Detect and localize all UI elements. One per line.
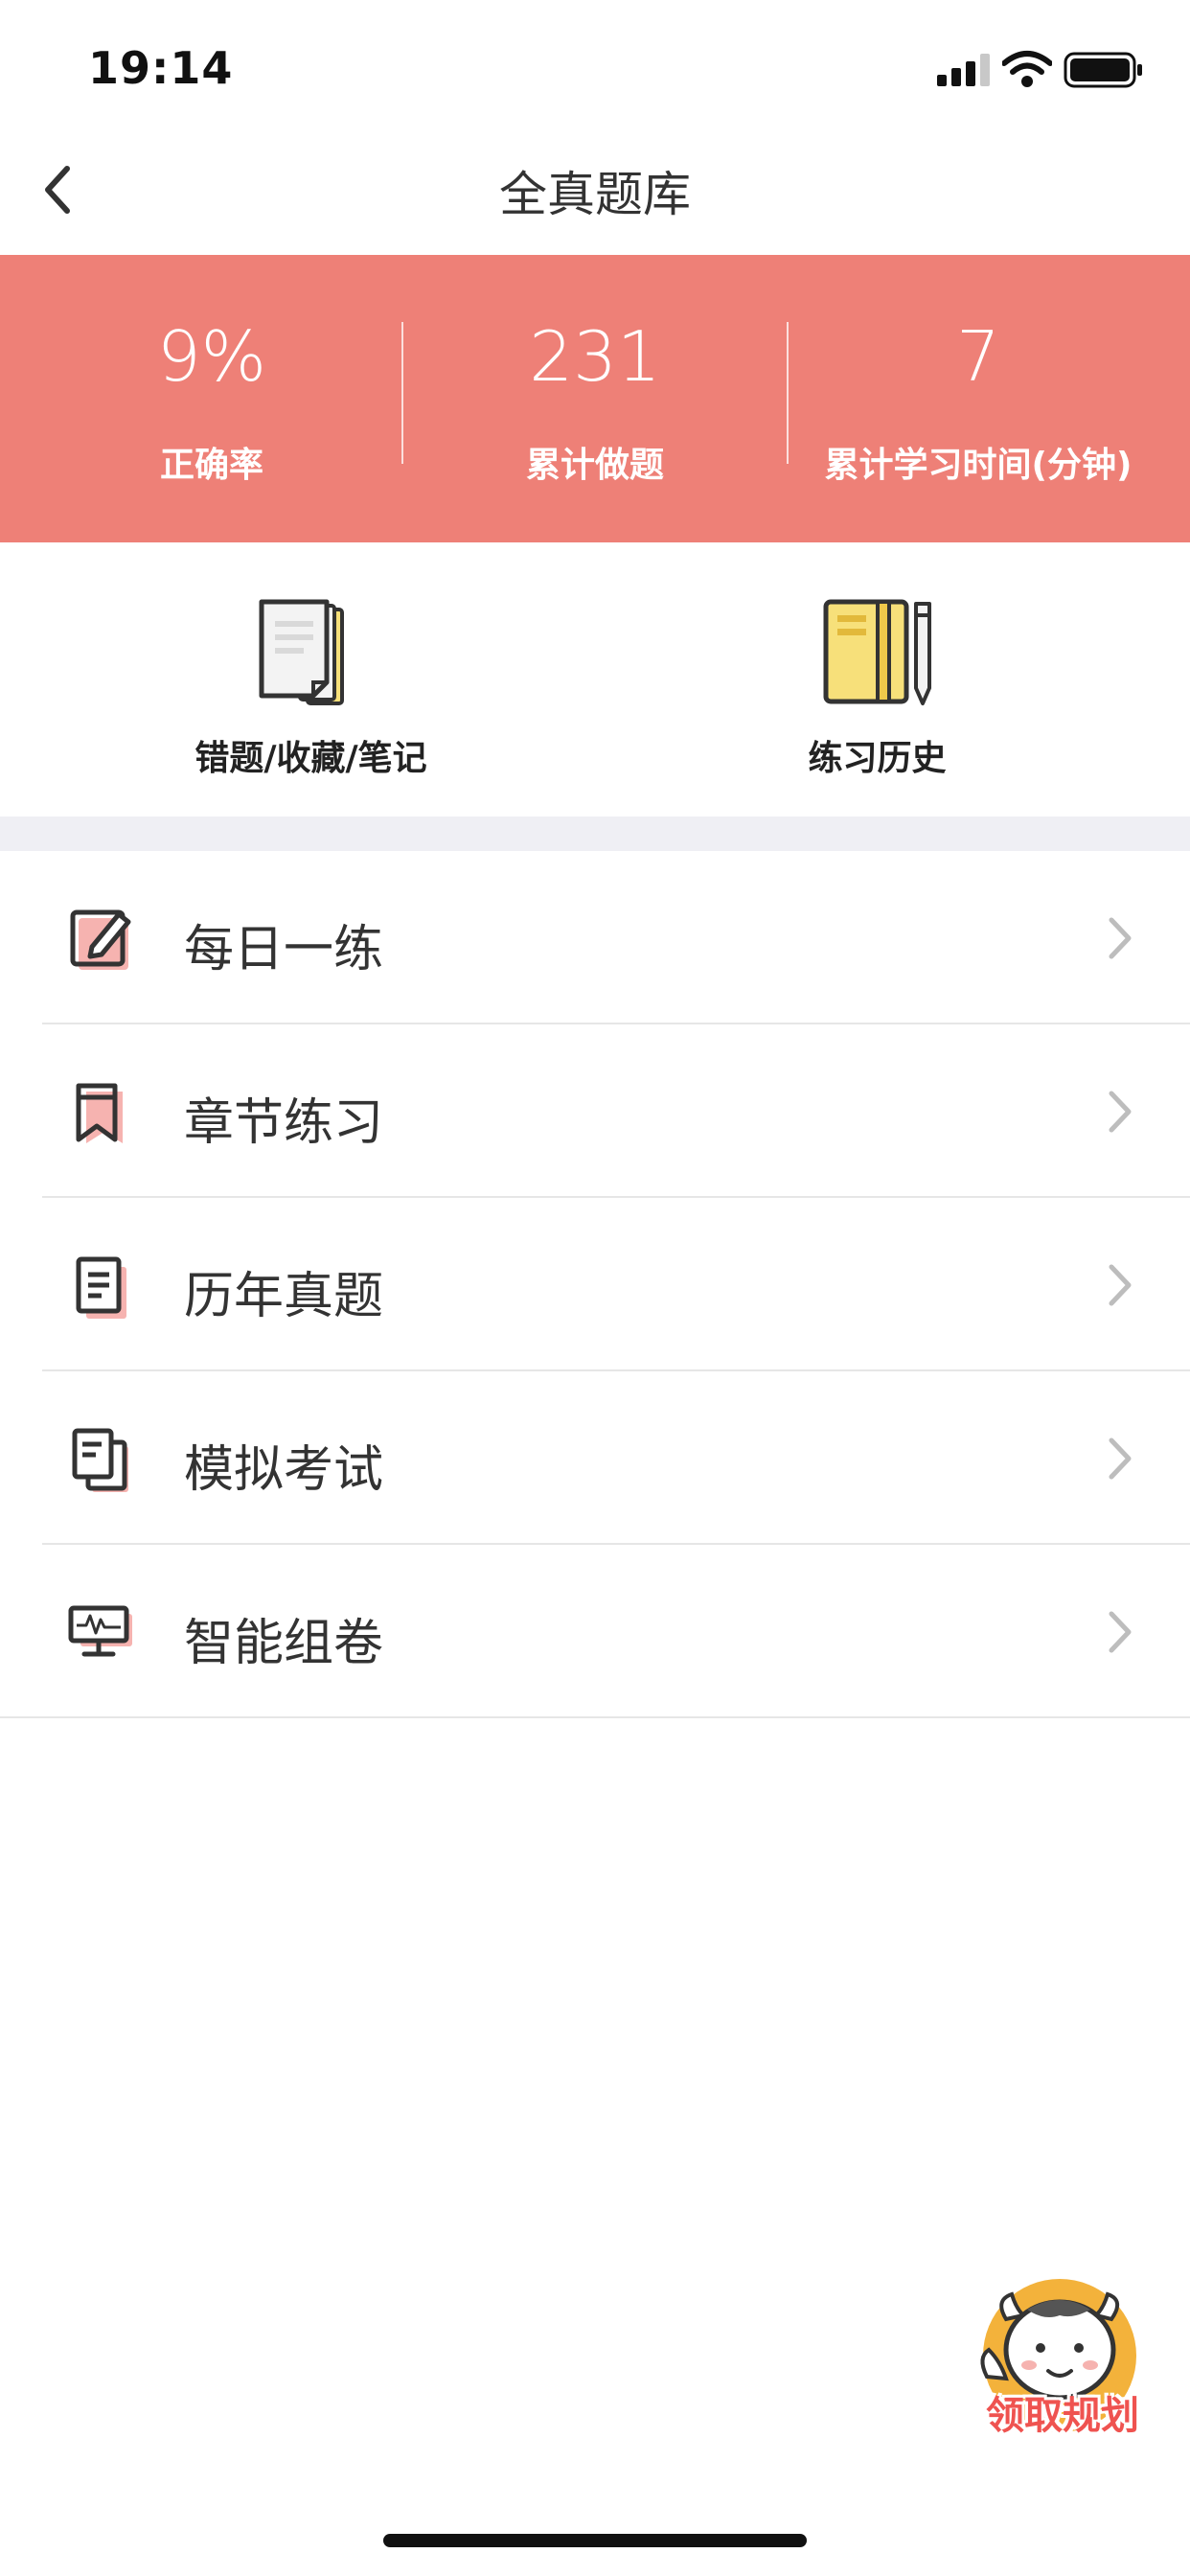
battery-icon <box>1064 52 1142 88</box>
document-icon <box>76 1256 126 1319</box>
menu-item-smart-paper[interactable]: 智能组卷 <box>0 1545 1190 1718</box>
menu-item-mock-exam[interactable]: 模拟考试 <box>0 1371 1190 1545</box>
documents-icon <box>259 599 344 705</box>
menu-item-label: 每日一练 <box>184 921 384 978</box>
menu-item-label: 模拟考试 <box>184 1441 384 1499</box>
stat-label: 累计学习时间(分钟) <box>824 446 1133 485</box>
quick-action-label: 练习历史 <box>808 739 947 778</box>
edit-icon <box>70 909 131 970</box>
section-divider <box>0 816 1190 851</box>
chevron-right-icon <box>1109 1438 1132 1480</box>
menu-item-label: 历年真题 <box>184 1268 384 1325</box>
stat-study-time: 7 累计学习时间(分钟) <box>787 255 1170 542</box>
quick-action-mistakes[interactable]: 错题/收藏/笔记 <box>13 542 608 816</box>
exam-copy-icon <box>72 1428 128 1492</box>
floating-cta-label[interactable]: 领取规划 <box>972 2384 1154 2440</box>
chevron-right-icon <box>1109 1091 1132 1133</box>
stat-accuracy: 9% 正确率 <box>20 255 403 542</box>
row-separator <box>0 1716 1190 1718</box>
notebook-pencil-icon <box>823 599 931 705</box>
stat-label: 正确率 <box>159 446 263 485</box>
stat-total-questions: 231 累计做题 <box>403 255 787 542</box>
menu-item-daily-practice[interactable]: 每日一练 <box>0 851 1190 1024</box>
chevron-right-icon <box>1109 917 1132 959</box>
status-time: 19:14 <box>88 42 234 94</box>
bookmark-icon <box>76 1083 123 1143</box>
menu-item-label: 智能组卷 <box>184 1615 384 1672</box>
quick-action-label: 错题/收藏/笔记 <box>195 739 427 778</box>
chevron-right-icon <box>1109 1264 1132 1306</box>
wifi-icon <box>1002 51 1052 87</box>
stat-value: 9% <box>156 316 267 397</box>
monitor-icon <box>68 1605 132 1657</box>
home-indicator <box>383 2534 807 2547</box>
cellular-signal-icon <box>937 54 990 86</box>
menu-item-label: 章节练习 <box>184 1094 384 1152</box>
menu-item-past-exams[interactable]: 历年真题 <box>0 1198 1190 1371</box>
chevron-right-icon <box>1109 1611 1132 1653</box>
menu-item-chapter-practice[interactable]: 章节练习 <box>0 1024 1190 1198</box>
stat-label: 累计做题 <box>525 446 664 485</box>
stat-value: 7 <box>956 316 1000 397</box>
stat-value: 231 <box>529 316 661 397</box>
page-title: 全真题库 <box>499 167 691 222</box>
quick-action-history[interactable]: 练习历史 <box>580 542 1175 816</box>
